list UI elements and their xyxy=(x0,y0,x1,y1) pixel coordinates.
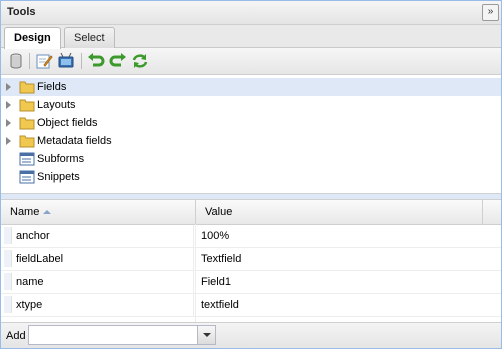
table-row[interactable]: fieldLabel Textfield xyxy=(1,248,501,271)
cell-value[interactable]: Field1 xyxy=(201,271,481,293)
tools-panel: Tools » Design Select Fields Layouts Obj… xyxy=(0,0,502,349)
tree-item-object-fields[interactable]: Object fields xyxy=(1,114,501,132)
folder-icon xyxy=(19,135,35,148)
panel-header: Tools » xyxy=(1,1,501,25)
cell-name: name xyxy=(16,271,194,293)
edit-icon[interactable] xyxy=(35,52,53,70)
tree-item-metadata-fields[interactable]: Metadata fields xyxy=(1,132,501,150)
column-label: Name xyxy=(10,206,40,218)
column-label: Value xyxy=(205,206,233,218)
row-handle xyxy=(4,296,12,313)
table-row[interactable]: name Field1 xyxy=(1,271,501,294)
toolbar xyxy=(1,48,501,75)
tree-item-snippets[interactable]: Snippets xyxy=(1,168,501,186)
collapse-button[interactable]: » xyxy=(482,4,499,21)
sort-ascending-icon xyxy=(43,210,52,215)
folder-icon xyxy=(19,99,35,112)
tab-bar: Design Select xyxy=(1,25,501,49)
cell-name: anchor xyxy=(16,225,194,247)
toolbar-separator xyxy=(29,53,30,69)
database-icon[interactable] xyxy=(7,52,25,70)
monitor-icon[interactable] xyxy=(57,52,75,70)
column-header-value[interactable]: Value xyxy=(196,200,483,224)
column-header-filler xyxy=(483,200,501,224)
undo-icon[interactable] xyxy=(87,52,105,70)
cell-value[interactable]: Textfield xyxy=(201,248,481,270)
folder-icon xyxy=(19,117,35,130)
tree-item-layouts[interactable]: Layouts xyxy=(1,96,501,114)
row-handle xyxy=(4,250,12,267)
add-label: Add xyxy=(6,330,26,342)
tree-item-subforms[interactable]: Subforms xyxy=(1,150,501,168)
tree-item-fields[interactable]: Fields xyxy=(1,78,501,96)
toolbar-separator xyxy=(81,53,82,69)
tree-item-label: Subforms xyxy=(37,153,85,165)
chevron-down-icon[interactable] xyxy=(197,326,215,344)
tree-item-label: Fields xyxy=(37,81,67,93)
cell-name: xtype xyxy=(16,294,194,316)
row-handle xyxy=(4,273,12,290)
form-icon xyxy=(19,152,35,166)
tree-item-label: Snippets xyxy=(37,171,80,183)
expand-arrow-icon[interactable] xyxy=(6,119,11,127)
tools-tree: Fields Layouts Object fields Metadata fi… xyxy=(1,75,501,194)
row-handle xyxy=(4,227,12,244)
table-row[interactable]: xtype textfield xyxy=(1,294,501,317)
cell-name: fieldLabel xyxy=(16,248,194,270)
refresh-icon[interactable] xyxy=(131,52,149,70)
expand-arrow-icon[interactable] xyxy=(6,137,11,145)
cell-value[interactable]: textfield xyxy=(201,294,481,316)
add-input[interactable] xyxy=(31,328,197,342)
folder-icon xyxy=(19,81,35,94)
form-icon xyxy=(19,170,35,184)
tab-select[interactable]: Select xyxy=(64,27,115,48)
grid-header: Name Value xyxy=(1,200,501,225)
add-bar: Add xyxy=(1,322,501,348)
add-combobox[interactable] xyxy=(28,325,216,345)
redo-icon[interactable] xyxy=(109,52,127,70)
cell-value[interactable]: 100% xyxy=(201,225,481,247)
property-grid: Name Value anchor 100% fieldLabel Textfi… xyxy=(1,199,501,322)
tree-item-label: Object fields xyxy=(37,117,98,129)
panel-title: Tools xyxy=(7,6,36,18)
expand-arrow-icon[interactable] xyxy=(6,83,11,91)
column-header-name[interactable]: Name xyxy=(1,200,196,224)
tree-item-label: Metadata fields xyxy=(37,135,112,147)
tree-item-label: Layouts xyxy=(37,99,76,111)
tab-design[interactable]: Design xyxy=(4,27,61,49)
expand-arrow-icon[interactable] xyxy=(6,101,11,109)
table-row[interactable]: anchor 100% xyxy=(1,225,501,248)
